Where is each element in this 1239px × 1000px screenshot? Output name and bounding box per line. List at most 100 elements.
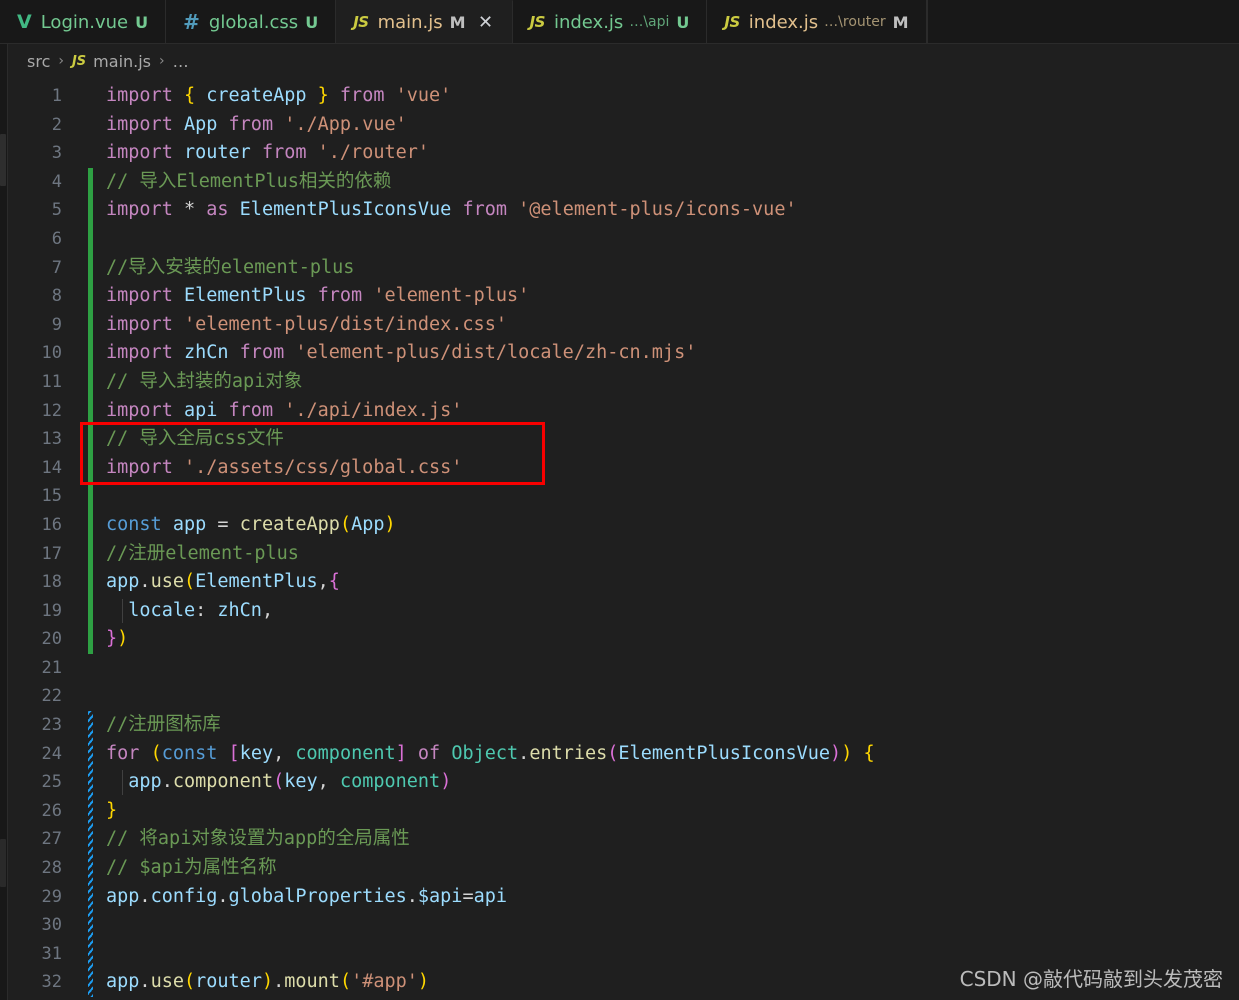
code-line[interactable]: 12 import api from './api/index.js' [0,397,1239,426]
code-line[interactable]: 14 import './assets/css/global.css' [0,454,1239,483]
code-token: router [195,971,262,993]
javascript-icon: JS [71,53,87,69]
code-line-content: import zhCn from 'element-plus/dist/loca… [90,339,1239,368]
code-line[interactable]: 4 // 导入ElementPlus相关的依赖 [0,168,1239,197]
code-token: ElementPlusIconsVue [239,199,452,221]
code-line[interactable]: 19 locale: zhCn, [0,597,1239,626]
code-line[interactable]: 25 app.component(key, component) [0,768,1239,797]
watermark: CSDN @敲代码敲到头发茂密 [959,967,1223,991]
code-line-content: // 将api对象设置为app的全局属性 [90,825,1239,854]
editor-tab-index-js-api[interactable]: JS index.js …\api U [512,0,708,43]
code-token: entries [529,742,608,764]
javascript-icon: JS [353,13,369,31]
code-line[interactable]: 1 import { createApp } from 'vue' [0,82,1239,111]
code-line[interactable]: 22 [0,682,1239,711]
editor-tab-main-js[interactable]: JS main.js M ✕ [336,0,513,43]
code-line[interactable]: 23 //注册图标库 [0,711,1239,740]
editor-tab-login-vue[interactable]: V Login.vue U [0,0,167,43]
code-token: . [139,571,151,593]
code-line[interactable]: 24 for (const [key, component] of Object.… [0,740,1239,769]
gutter-conflict-marker[interactable] [88,711,93,998]
indent-guide [122,770,123,795]
code-token: // 导入ElementPlus相关的依赖 [106,170,392,192]
code-token: = [462,885,474,907]
code-line[interactable]: 27 // 将api对象设置为app的全局属性 [0,825,1239,854]
editor-tab-index-js-router[interactable]: JS index.js …\router M [707,0,927,43]
code-token: locale [128,599,196,621]
activity-bar-indicator-bottom[interactable] [0,839,6,887]
code-line[interactable]: 29 app.config.globalProperties.$api=api [0,883,1239,912]
code-token: app [172,513,207,535]
code-token: $api [417,885,463,907]
code-line[interactable]: 11 // 导入封装的api对象 [0,368,1239,397]
code-line[interactable]: 20}) [0,625,1239,654]
code-token: app [106,885,140,907]
code-line[interactable]: 26} [0,797,1239,826]
code-line[interactable]: 7 //导入安装的element-plus [0,254,1239,283]
code-token: app [106,571,140,593]
code-editor[interactable]: 1 import { createApp } from 'vue' 2 import … [0,78,1239,1000]
line-number: 18 [41,572,62,593]
code-token: router [183,142,251,164]
code-line[interactable]: 6 [0,225,1239,254]
code-token: from [339,85,385,106]
code-token: //注册element-plus [106,542,299,564]
editor-tab-global-css[interactable]: # global.css U [166,0,337,43]
breadcrumb-item-mainjs[interactable]: main.js [93,52,151,71]
code-token: : [195,599,207,621]
line-number: 12 [41,400,62,421]
code-token: import [106,313,173,335]
code-line-content: app.use(ElementPlus,{ [90,568,1239,597]
code-line[interactable]: 13 // 导入全局css文件 [0,425,1239,454]
gutter-change-band [76,111,90,140]
code-line[interactable]: 21 [0,654,1239,683]
code-token: './App.vue' [284,113,407,135]
breadcrumb-item-src[interactable]: src [27,52,50,71]
code-line[interactable]: 10 import zhCn from 'element-plus/dist/lo… [0,339,1239,368]
code-line[interactable]: 5 import * as ElementPlusIconsVue from '@… [0,196,1239,225]
line-number: 31 [41,943,62,964]
close-icon[interactable]: ✕ [477,13,495,32]
code-line[interactable]: 9 import 'element-plus/dist/index.css' [0,311,1239,340]
code-token: // 导入全局css文件 [106,428,284,450]
code-token: . [139,971,151,993]
line-number: 29 [41,886,62,907]
code-token: mount [284,971,340,993]
code-line[interactable]: 30 [0,911,1239,940]
code-token: as [206,199,229,221]
code-line[interactable]: 18 app.use(ElementPlus,{ [0,568,1239,597]
code-line-content: //注册图标库 [90,711,1239,740]
code-line[interactable]: 8 import ElementPlus from 'element-plus' [0,282,1239,311]
gutter-added-marker[interactable] [88,167,93,654]
code-line[interactable]: 3 import router from './router' [0,139,1239,168]
line-number: 21 [41,657,62,678]
code-token: = [217,513,229,535]
code-line[interactable]: 2 import App from './App.vue' [0,111,1239,140]
code-token: component [339,771,441,793]
code-token: ( [183,571,196,593]
breadcrumb: src › JS main.js › … [0,44,1239,78]
code-line[interactable]: 16 const app = createApp(App) [0,511,1239,540]
code-line-content: app.component(key, component) [90,768,1239,797]
code-token: //导入安装的element-plus [106,256,355,278]
line-number: 16 [41,514,62,535]
code-line[interactable]: 17 //注册element-plus [0,540,1239,569]
code-line-content [90,682,1239,711]
code-token: ) [117,628,129,650]
code-line[interactable]: 15 [0,482,1239,511]
code-line[interactable]: 28 // $api为属性名称 [0,854,1239,883]
breadcrumb-item-symbols[interactable]: … [173,52,189,71]
code-line-content: import 'element-plus/dist/index.css' [90,311,1239,340]
code-token: . [139,885,151,907]
code-token: 'vue' [395,85,452,106]
activity-bar-indicator-top[interactable] [0,134,6,186]
